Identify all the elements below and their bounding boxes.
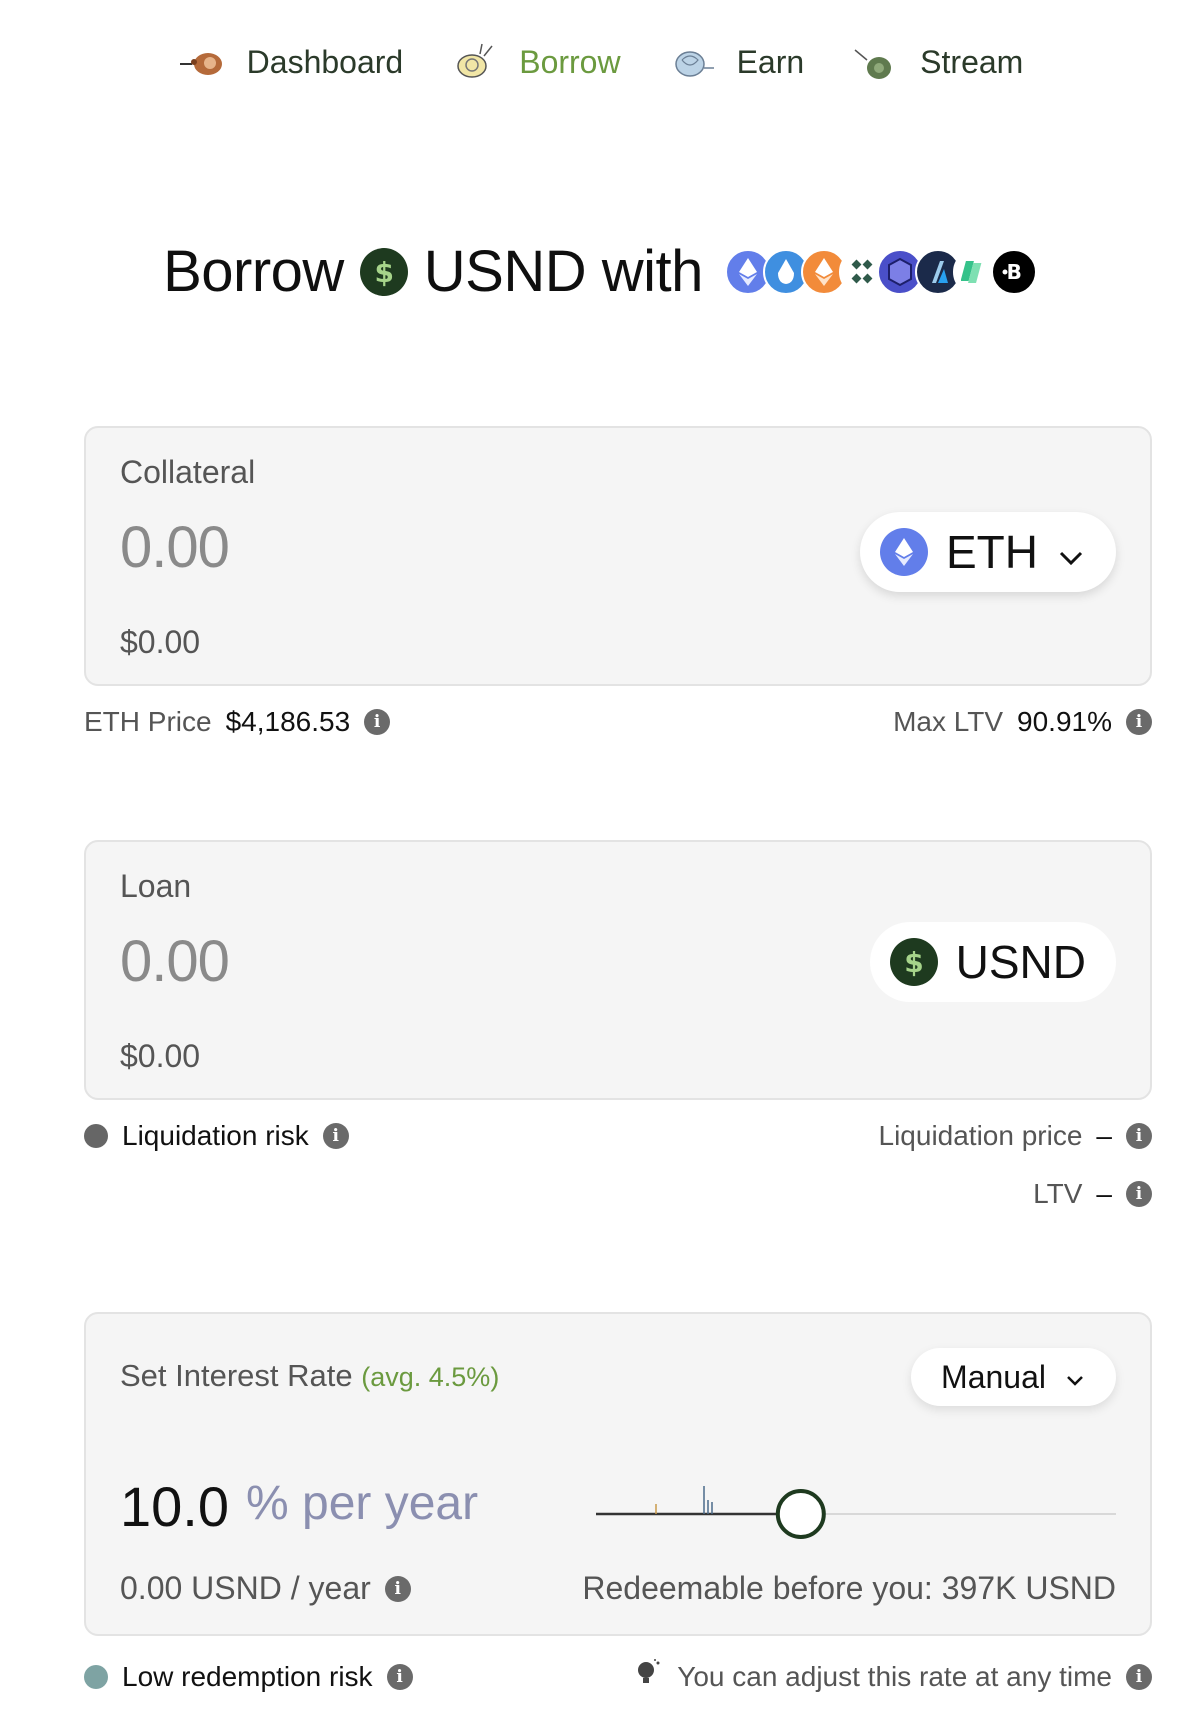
interest-rate-label: Set Interest Rate (avg. 4.5%) (120, 1358, 499, 1394)
title-part2: USND with (423, 239, 704, 304)
nav-label: Earn (736, 43, 805, 80)
slider-handle (775, 1489, 826, 1539)
info-icon[interactable]: i (1126, 1663, 1152, 1690)
interest-rate-avg: (avg. 4.5%) (361, 1362, 500, 1392)
collateral-usd-value: $0.00 (120, 624, 201, 660)
eth-price-value: $4,186.53 (225, 706, 351, 737)
eth-price-label: ETH Price (84, 706, 212, 737)
nav-earn[interactable]: Earn (667, 39, 805, 85)
nav-borrow[interactable]: Borrow (449, 39, 621, 85)
liquidation-price-label: Liquidation price (878, 1120, 1083, 1151)
svg-text:$: $ (374, 256, 393, 289)
loan-card: Loan 0.00 $0.00 $ USND (84, 840, 1152, 1100)
max-ltv-value: 90.91% (1017, 706, 1112, 737)
loan-token: $ USND (869, 922, 1116, 1002)
collateral-coins: B (724, 248, 1037, 295)
nav-stream[interactable]: Stream (850, 39, 1023, 85)
snail-borrow-icon (449, 39, 501, 85)
chevron-down-icon (1056, 525, 1086, 579)
redeemable-before-you: Redeemable before you: 397K USND (582, 1570, 1116, 1606)
rate-mode-label: Manual (941, 1358, 1046, 1395)
rate-mode-dropdown[interactable]: Manual (911, 1348, 1116, 1406)
collateral-card: Collateral 0.00 $0.00 ETH (84, 426, 1152, 686)
liquidation-risk-dot (84, 1124, 108, 1148)
ltv-meta: LTV – i (84, 1178, 1152, 1210)
info-icon[interactable]: i (364, 709, 391, 735)
redemption-meta: Low redemption risk i You can adjust thi… (84, 1658, 1152, 1695)
info-icon[interactable]: i (384, 1575, 411, 1602)
loan-label: Loan (120, 868, 192, 904)
info-icon[interactable]: i (1126, 1181, 1152, 1207)
nav-label: Borrow (519, 43, 621, 80)
nav-label: Stream (920, 43, 1024, 80)
interest-rate-card: Set Interest Rate (avg. 4.5%) Manual 10.… (84, 1312, 1152, 1636)
loan-token-label: USND (955, 936, 1086, 988)
loan-amount-input[interactable]: 0.00 (120, 928, 230, 995)
chevron-down-icon (1064, 1359, 1086, 1396)
liquidation-price-value: – (1096, 1120, 1112, 1151)
snail-dashboard-icon (177, 39, 229, 85)
info-icon[interactable]: i (1126, 1123, 1152, 1149)
loan-usd-value: $0.00 (120, 1038, 201, 1074)
max-ltv-label: Max LTV (893, 706, 1004, 737)
ltv-label: LTV (1033, 1178, 1083, 1209)
svg-text:$: $ (904, 946, 923, 979)
yearly-interest-value: 0.00 USND / year (120, 1570, 371, 1606)
nav-label: Dashboard (246, 43, 404, 80)
info-icon[interactable]: i (386, 1663, 413, 1690)
interest-rate-slider[interactable] (596, 1484, 1116, 1544)
eth-icon (880, 528, 928, 576)
b-icon: B (990, 248, 1037, 295)
interest-rate-input[interactable]: 10.0 (120, 1474, 229, 1539)
info-icon[interactable]: i (1126, 709, 1152, 735)
collateral-token-label: ETH (946, 526, 1038, 578)
redemption-risk-dot (84, 1664, 108, 1689)
snail-earn-icon (667, 39, 719, 85)
info-icon[interactable]: i (322, 1123, 349, 1149)
yearly-interest: 0.00 USND / year i (120, 1570, 411, 1607)
collateral-meta: ETH Price $4,186.53 i Max LTV 90.91% i (84, 706, 1152, 738)
snail-stream-icon (850, 39, 902, 85)
collateral-label: Collateral (120, 454, 256, 490)
interest-rate-unit: % per year (246, 1477, 479, 1530)
interest-rate-title: Set Interest Rate (120, 1358, 353, 1393)
ltv-value: – (1096, 1178, 1112, 1209)
redemption-risk-label: Low redemption risk (122, 1660, 373, 1692)
nav-dashboard[interactable]: Dashboard (177, 39, 404, 85)
collateral-token-select[interactable]: ETH (860, 512, 1116, 592)
adjust-rate-note: You can adjust this rate at any time (677, 1660, 1112, 1692)
liquidation-risk-label: Liquidation risk (122, 1120, 309, 1151)
lightbulb-icon (633, 1658, 663, 1695)
usnd-icon: $ (359, 247, 408, 296)
usnd-icon: $ (889, 938, 938, 986)
liquidation-meta: Liquidation risk i Liquidation price – i (84, 1120, 1152, 1152)
collateral-amount-input[interactable]: 0.00 (120, 514, 230, 581)
top-nav: Dashboard Borrow Earn Stream (0, 30, 1200, 94)
title-part1: Borrow (163, 239, 344, 304)
svg-text:B: B (1007, 260, 1022, 284)
page-title: Borrow $ USND with B (0, 238, 1200, 305)
